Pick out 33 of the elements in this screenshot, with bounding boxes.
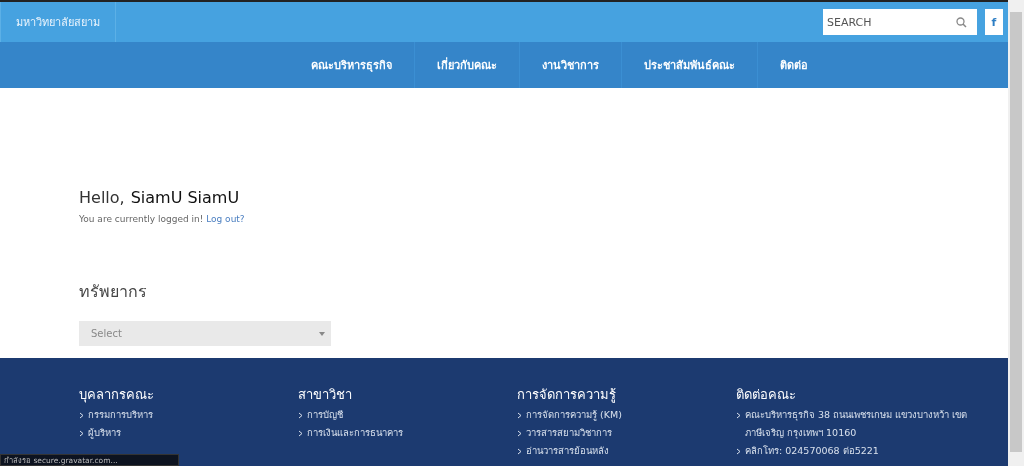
chevron-icon xyxy=(79,412,84,419)
footer-link[interactable]: อ่านวารสารย้อนหลัง xyxy=(526,442,609,460)
footer-heading: บุคลากรคณะ xyxy=(79,386,155,404)
chevron-icon xyxy=(517,430,522,437)
footer-link[interactable]: การบัญชี xyxy=(307,406,343,424)
footer-link[interactable]: คลิกโทร: 024570068 ต่อ5221 xyxy=(745,442,879,460)
chevron-icon xyxy=(298,412,303,419)
logout-link[interactable]: Log out? xyxy=(206,214,245,224)
chevron-icon xyxy=(517,412,522,419)
footer-heading: การจัดการความรู้ xyxy=(517,386,617,404)
login-status: You are currently logged in! Log out? xyxy=(79,214,246,224)
footer-link[interactable]: การเงินและการธนาคาร xyxy=(307,424,403,442)
footer-link[interactable]: คณะบริหารธุรกิจ 38 ถนนเพชรเกษม แขวงบางหว้า เขตภาษีเจริญ กรุงเทพฯ 10160 xyxy=(745,406,991,442)
chevron-icon xyxy=(736,448,741,455)
footer-heading: ติดต่อคณะ xyxy=(736,386,797,404)
footer-heading: สาขาวิชา xyxy=(298,386,353,404)
footer-link[interactable]: กรรมการบริหาร xyxy=(88,406,153,424)
footer-link[interactable]: ผู้บริหาร xyxy=(88,424,121,442)
chevron-icon xyxy=(517,448,522,455)
chevron-icon xyxy=(79,430,84,437)
footer-link[interactable]: การจัดการความรู้ (KM) xyxy=(526,406,622,424)
nav-item[interactable]: ติดต่อ xyxy=(757,42,830,88)
section-title: ทรัพยากร xyxy=(79,281,148,303)
footer-link[interactable]: วารสารสยามวิชาการ xyxy=(526,424,612,442)
scrollbar[interactable] xyxy=(1008,0,1024,466)
search-field[interactable]: SEARCH xyxy=(823,9,977,35)
facebook-button[interactable]: f xyxy=(985,9,1003,35)
chevron-icon xyxy=(298,430,303,437)
chevron-icon xyxy=(736,412,741,419)
search-icon[interactable] xyxy=(956,17,967,28)
caret-icon xyxy=(319,331,325,336)
user-name: SiamU SiamU xyxy=(130,188,240,207)
greeting-text: Hello, xyxy=(79,188,125,207)
